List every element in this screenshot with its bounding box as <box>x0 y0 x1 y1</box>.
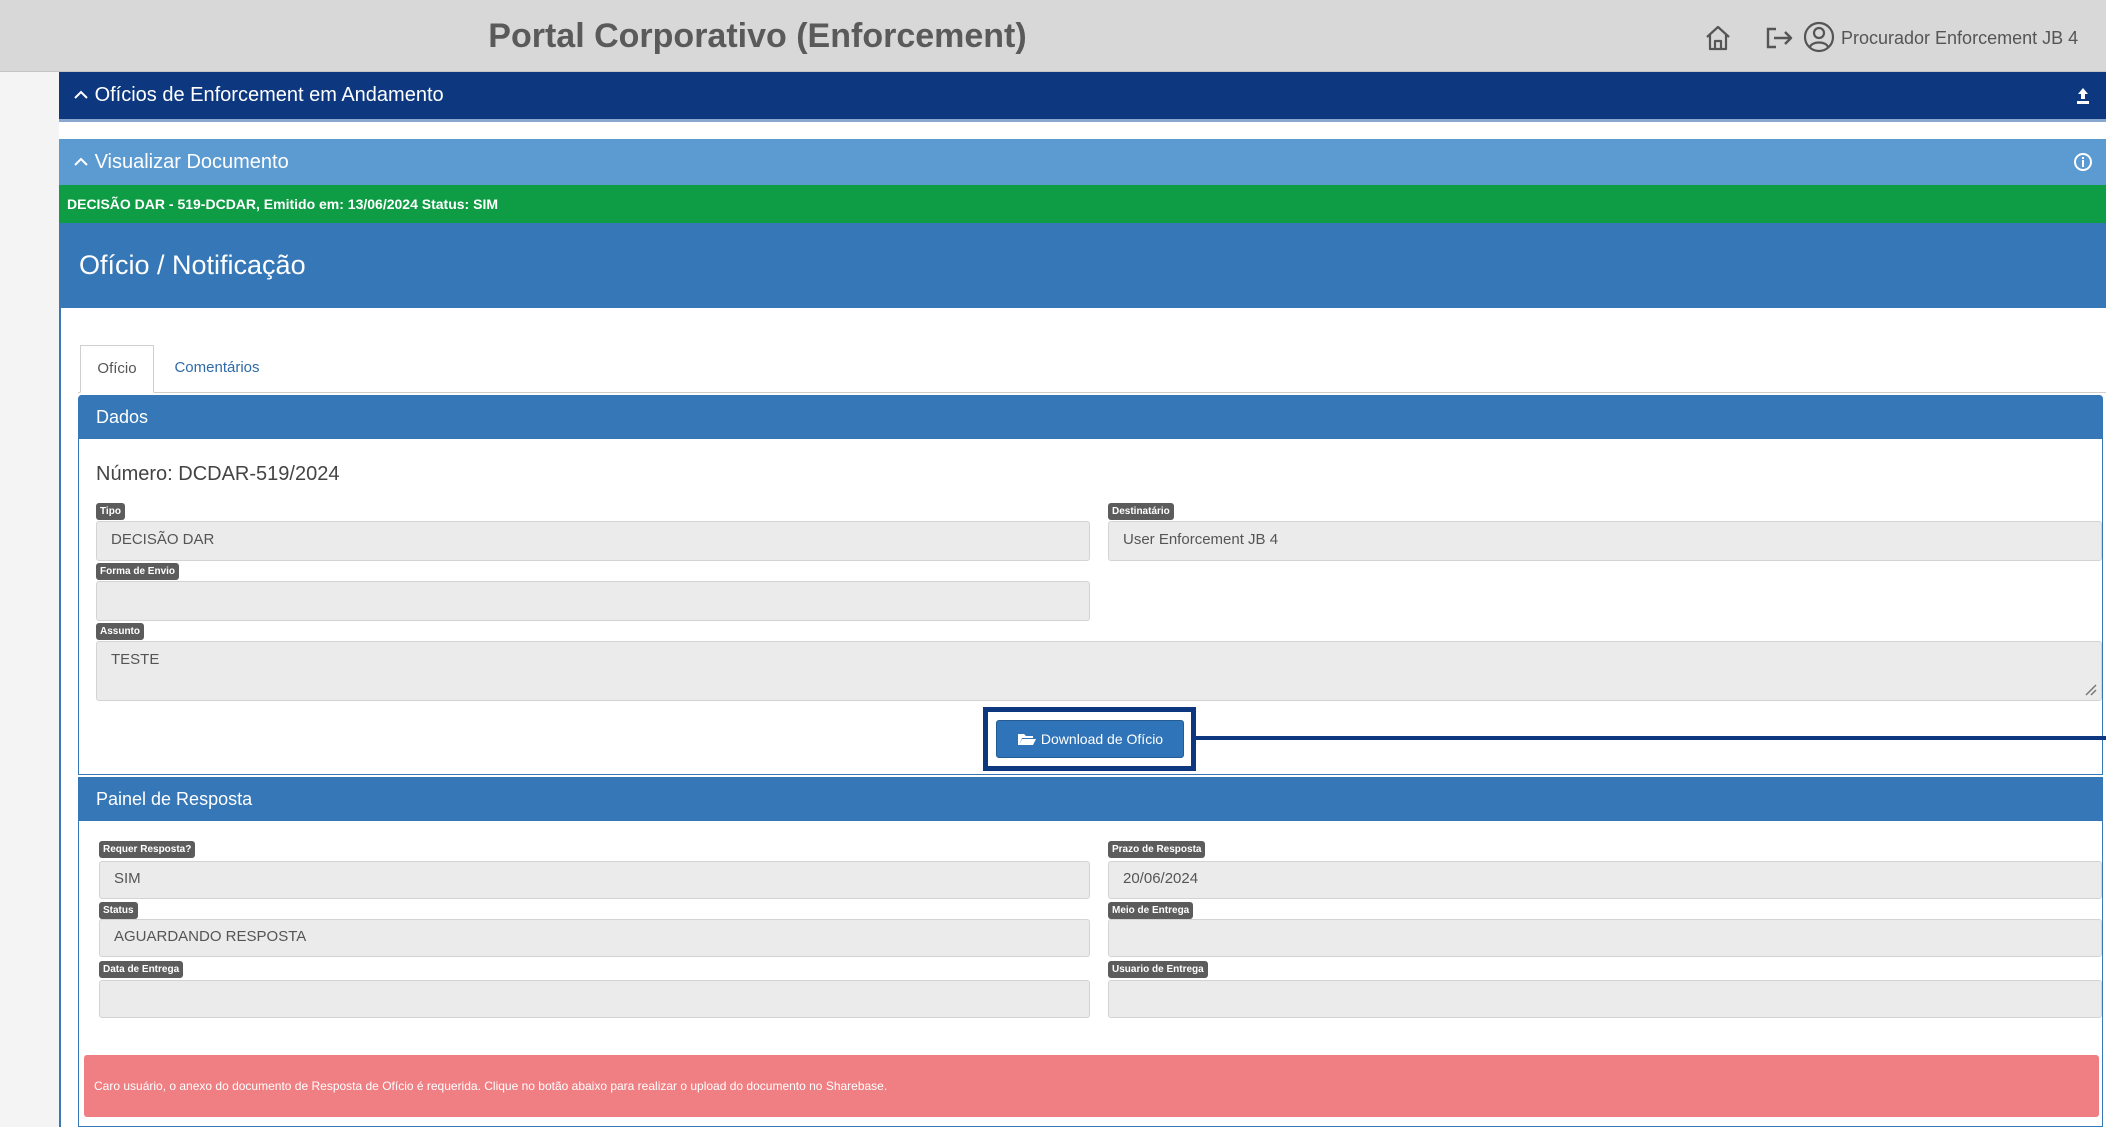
forma-envio-field[interactable] <box>96 581 1090 621</box>
tab-comentarios[interactable]: Comentários <box>162 345 272 393</box>
visualizar-panel-header[interactable]: Visualizar Documento <box>59 139 2106 185</box>
download-oficio-button[interactable]: Download de Ofício <box>996 720 1184 758</box>
assunto-value: TESTE <box>111 651 160 668</box>
left-gutter <box>0 72 59 1127</box>
forma-envio-label: Forma de Envio <box>96 563 180 580</box>
chevron-up-icon <box>74 90 88 99</box>
prazo-resposta-field[interactable]: 20/06/2024 <box>1108 861 2102 899</box>
data-entrega-label: Data de Entrega <box>99 961 184 978</box>
numero-text: Número: DCDAR-519/2024 <box>96 463 340 485</box>
chevron-up-icon <box>74 157 88 166</box>
meio-entrega-label: Meio de Entrega <box>1108 902 1194 919</box>
oficio-header: Ofício / Notificação <box>61 223 2106 308</box>
requer-resposta-field[interactable]: SIM <box>99 861 1090 899</box>
oficios-panel-header[interactable]: Ofícios de Enforcement em Andamento <box>59 72 2106 122</box>
page-title: Ofício / Notificação <box>79 250 306 280</box>
callout-line <box>1196 736 2106 740</box>
tipo-field[interactable]: DECISÃO DAR <box>96 521 1090 561</box>
destinatario-label: Destinatário <box>1108 503 1174 520</box>
destinatario-field[interactable]: User Enforcement JB 4 <box>1108 521 2102 561</box>
usuario-entrega-field[interactable] <box>1108 980 2102 1018</box>
prazo-resposta-label: Prazo de Resposta <box>1108 841 1206 858</box>
app-title: Portal Corporativo (Enforcement) <box>488 17 1027 55</box>
tabs-divider <box>78 392 2106 393</box>
info-icon[interactable] <box>2072 151 2094 173</box>
tab-oficio[interactable]: Ofício <box>80 345 154 393</box>
user-circle-icon[interactable] <box>1802 20 1836 54</box>
assunto-textarea[interactable]: TESTE <box>96 641 2102 701</box>
home-icon[interactable] <box>1702 22 1734 54</box>
resize-handle-icon[interactable] <box>2083 682 2097 696</box>
user-name[interactable]: Procurador Enforcement JB 4 <box>1841 22 2078 54</box>
data-entrega-field[interactable] <box>99 980 1090 1018</box>
document-status-bar: DECISÃO DAR - 519-DCDAR, Emitido em: 13/… <box>59 185 2106 223</box>
download-button-label: Download de Ofício <box>1040 731 1164 747</box>
tipo-label: Tipo <box>96 503 125 520</box>
meio-entrega-field[interactable] <box>1108 919 2102 957</box>
oficios-panel-title: Ofícios de Enforcement em Andamento <box>73 72 444 119</box>
upload-required-alert: Caro usuário, o anexo do documento de Re… <box>84 1055 2099 1117</box>
status-field[interactable]: AGUARDANDO RESPOSTA <box>99 919 1090 957</box>
visualizar-panel-label: Visualizar Documento <box>94 151 289 173</box>
assunto-label: Assunto <box>96 623 144 640</box>
dados-section-title: Dados <box>78 395 2103 439</box>
usuario-entrega-label: Usuario de Entrega <box>1108 961 1208 978</box>
status-label: Status <box>99 902 138 919</box>
logout-icon[interactable] <box>1763 22 1797 54</box>
visualizar-panel-title: Visualizar Documento <box>73 139 289 185</box>
upload-icon[interactable] <box>2074 86 2092 106</box>
oficios-panel-label: Ofícios de Enforcement em Andamento <box>94 84 444 106</box>
resposta-section-title: Painel de Resposta <box>78 777 2103 821</box>
requer-resposta-label: Requer Resposta? <box>99 841 196 858</box>
folder-open-icon <box>1017 734 1036 745</box>
